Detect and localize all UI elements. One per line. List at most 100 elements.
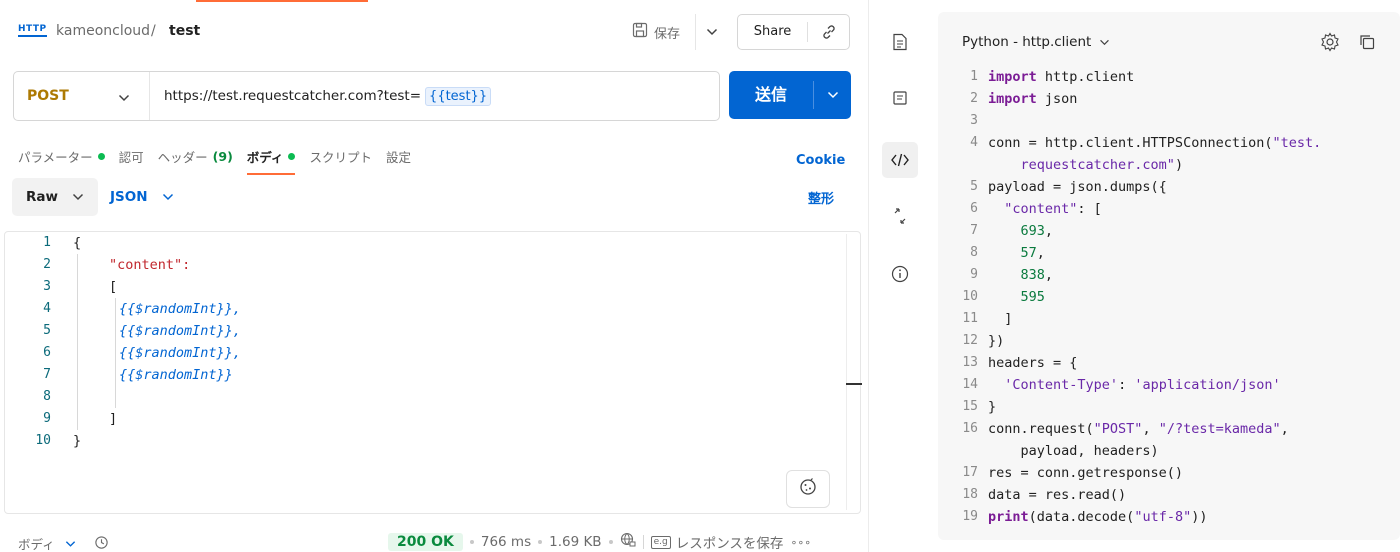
line-number: 3 (43, 279, 51, 294)
snippet-line: import http.client (988, 69, 1135, 85)
panel-divider (868, 0, 869, 552)
body-mode-label: Raw (26, 189, 58, 205)
example-icon: e.g (650, 535, 671, 549)
link-icon[interactable] (808, 24, 849, 40)
tab-settings[interactable]: 設定 (386, 144, 411, 168)
snippet-line: conn.request("POST", "/?test=kameda", (988, 421, 1289, 437)
code-icon[interactable] (882, 142, 918, 178)
code-line: { (73, 235, 82, 251)
snippet-line: data = res.read() (988, 487, 1127, 503)
body-mode-select[interactable]: Raw (12, 178, 98, 216)
line-number: 13 (962, 355, 978, 370)
snippet-line: res = conn.getresponse() (988, 465, 1184, 481)
snippet-line: "content": [ (1004, 201, 1102, 217)
line-number: 11 (962, 311, 978, 326)
url-input[interactable]: https://test.requestcatcher.com?test= {{… (150, 86, 492, 106)
code-line: {{$randomInt}} (119, 367, 233, 383)
globe-lock-icon[interactable] (620, 532, 636, 552)
more-options-icon[interactable]: ∘∘∘ (790, 536, 811, 549)
cookies-link[interactable]: Cookie (796, 153, 845, 168)
method-label: POST (27, 88, 69, 104)
snippet-button[interactable] (786, 470, 830, 508)
editor-scrollbar[interactable] (846, 234, 860, 510)
tab-headers[interactable]: ヘッダー (9) (158, 144, 233, 168)
request-tabs: パラメーター 認可 ヘッダー (9) ボディ スクリプト 設定 (18, 144, 425, 175)
separator-dot (538, 540, 543, 544)
url-bar: POST https://test.requestcatcher.com?tes… (13, 71, 720, 121)
body-editor[interactable]: 1 2 3 4 5 6 7 8 9 10 { "content": [ {{$r… (4, 231, 861, 514)
code-line: ] (109, 411, 118, 427)
line-number: 2 (970, 91, 978, 106)
scroll-position-marker (846, 383, 862, 385)
indent-guide (115, 298, 116, 408)
share-label: Share (738, 22, 808, 42)
snippet-line: requestcatcher.com") (988, 157, 1184, 173)
chevron-down-icon[interactable] (65, 536, 76, 551)
tab-label: ボディ (246, 149, 284, 165)
code-line: {{$randomInt}}, (119, 323, 241, 339)
response-status: 200 OK 766 ms 1.69 KB e.g レスポンスを保存 ∘∘∘ (388, 532, 811, 552)
related-icon[interactable] (882, 198, 918, 234)
indent-guide (77, 254, 78, 430)
save-options-button[interactable] (695, 14, 727, 50)
tab-label: スクリプト (309, 149, 372, 165)
body-format-select[interactable]: JSON (110, 178, 174, 216)
beautify-button[interactable]: 整形 (808, 188, 834, 207)
chevron-down-icon (706, 25, 718, 40)
line-number: 6 (43, 345, 51, 360)
line-number: 7 (43, 367, 51, 382)
line-number: 1 (970, 69, 978, 84)
line-number: 14 (962, 377, 978, 392)
status-dot (288, 152, 296, 160)
code-line: {{$randomInt}}, (119, 345, 241, 361)
chevron-down-icon (162, 189, 174, 205)
separator-dot (469, 540, 474, 544)
status-code-badge[interactable]: 200 OK (388, 533, 463, 551)
line-number: 12 (962, 333, 978, 348)
tab-scripts[interactable]: スクリプト (309, 144, 372, 168)
snippet-line: import json (988, 91, 1078, 107)
chevron-down-icon (1099, 34, 1110, 50)
url-variable[interactable]: {{test}} (425, 86, 492, 106)
snippet-line: 838, (1020, 267, 1054, 283)
response-body-label[interactable]: ボディ (18, 534, 55, 552)
line-number: 1 (43, 235, 51, 250)
save-response-button[interactable]: e.g レスポンスを保存 (650, 532, 784, 552)
line-number: 10 (962, 289, 978, 304)
snippet-line: ] (988, 311, 1013, 327)
tab-body[interactable]: ボディ (246, 144, 296, 175)
breadcrumb-workspace[interactable]: kameoncloud (56, 23, 150, 39)
line-number: 3 (970, 113, 978, 128)
code-line: {{$randomInt}}, (119, 301, 241, 317)
save-response-label: レスポンスを保存 (675, 536, 784, 552)
info-icon[interactable] (882, 256, 918, 292)
line-number: 17 (962, 465, 978, 480)
method-select[interactable]: POST (14, 72, 150, 120)
tab-label: パラメーター (18, 149, 93, 165)
line-number: 19 (962, 509, 978, 524)
comment-icon[interactable] (882, 80, 918, 116)
history-icon[interactable] (94, 535, 109, 552)
response-time[interactable]: 766 ms (481, 534, 531, 550)
share-button[interactable]: Share (737, 14, 850, 50)
snippet-line: 595 (1020, 289, 1045, 305)
snippet-line: conn = http.client.HTTPSConnection("test… (988, 135, 1322, 151)
response-size[interactable]: 1.69 KB (549, 534, 601, 550)
documentation-icon[interactable] (882, 24, 918, 60)
language-select[interactable]: Python - http.client (962, 34, 1110, 50)
active-tab-indicator (196, 0, 368, 2)
line-number: 9 (43, 411, 51, 426)
line-number: 4 (43, 301, 51, 316)
send-button[interactable]: 送信 (729, 71, 851, 119)
tab-params[interactable]: パラメーター (18, 144, 105, 168)
separator-dot (608, 540, 613, 544)
snippet-line: 57, (1020, 245, 1045, 261)
tab-authorization[interactable]: 認可 (119, 144, 144, 168)
send-options-button[interactable] (814, 91, 851, 99)
settings-icon[interactable] (1320, 32, 1340, 56)
request-name[interactable]: test (169, 23, 200, 39)
line-number: 15 (962, 399, 978, 414)
copy-icon[interactable] (1358, 33, 1376, 55)
tab-label: ヘッダー (157, 149, 208, 165)
save-button[interactable]: 保存 (624, 14, 694, 50)
